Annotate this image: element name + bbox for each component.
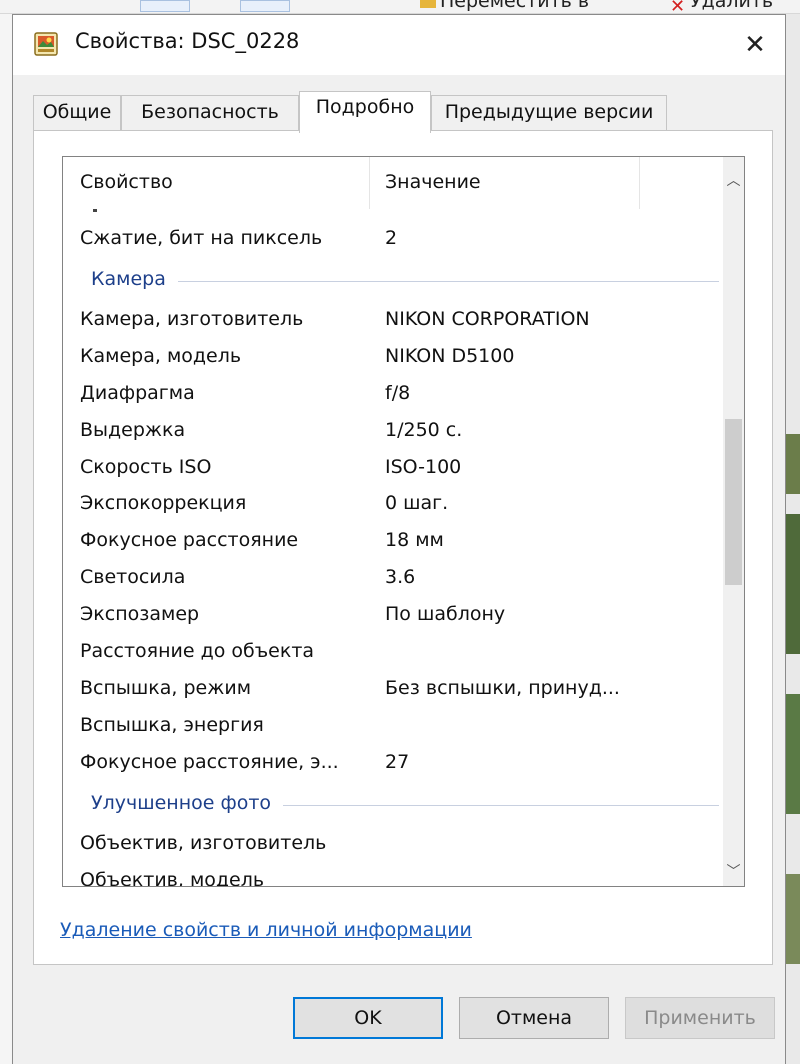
property-value: NIKON CORPORATION — [385, 307, 590, 330]
property-row[interactable]: Вспышка, энергия — [63, 708, 723, 744]
property-value: f/8 — [385, 381, 411, 404]
property-row[interactable]: Выдержка 1/250 с. — [63, 413, 723, 449]
background-thumbnail — [786, 874, 800, 964]
property-row[interactable]: Вспышка, режим Без вспышки, принуд... — [63, 671, 723, 707]
background-thumbnail — [786, 694, 800, 814]
tab-previous-versions[interactable]: Предыдущие версии — [431, 95, 667, 131]
property-row[interactable]: Экспокоррекция 0 шаг. — [63, 486, 723, 522]
group-divider — [178, 280, 719, 282]
property-name: Светосила — [80, 566, 186, 589]
tab-bar: Общие Безопасность Подробно Предыдущие в… — [13, 91, 785, 133]
chevron-up-icon: ︿ — [726, 173, 741, 189]
chevron-down-icon: ﹀ — [726, 864, 741, 880]
image-file-icon — [34, 32, 58, 56]
details-panel: Свойство Значение Сжатие, бит на пиксель… — [33, 130, 773, 965]
title-bar[interactable]: Свойства: DSC_0228 ✕ — [13, 15, 785, 75]
property-group-header: Улучшенное фото — [63, 786, 723, 822]
property-row[interactable]: Фокусное расстояние 18 мм — [63, 523, 723, 559]
background-toolbar: Переместить в ✕ Удалить — [0, 0, 800, 17]
scroll-up-button[interactable]: ︿ — [723, 165, 744, 195]
column-header-property[interactable]: Свойство — [80, 171, 173, 193]
property-row[interactable]: Скорость ISO ISO-100 — [63, 450, 723, 486]
property-value: 1/250 с. — [385, 418, 463, 441]
dialog-title: Свойства: DSC_0228 — [75, 29, 300, 53]
property-name: Объектив, изготовитель — [80, 831, 327, 854]
property-value: 3.6 — [385, 566, 416, 589]
property-name: Камера, изготовитель — [80, 307, 304, 330]
property-value: 18 мм — [385, 529, 444, 552]
group-title: Камера — [91, 267, 166, 290]
property-value: 27 — [385, 750, 410, 773]
property-name: Фокусное расстояние — [80, 529, 299, 552]
list-scrollbar[interactable]: ︿ ﹀ — [723, 157, 744, 886]
ok-button[interactable]: OK — [293, 997, 443, 1039]
property-row[interactable]: Объектив, изготовитель — [63, 826, 723, 862]
background-button-fragment — [140, 0, 190, 12]
property-name: Сжатие, бит на пиксель — [80, 227, 323, 249]
clipped-row-fragment — [93, 209, 97, 212]
properties-list[interactable]: Свойство Значение Сжатие, бит на пиксель… — [62, 156, 745, 887]
background-left-strip — [0, 14, 12, 1064]
property-value: ISO-100 — [385, 455, 462, 478]
property-row[interactable]: Диафрагма f/8 — [63, 376, 723, 412]
property-name: Объектив, модель — [80, 868, 265, 887]
folder-move-icon — [420, 0, 436, 8]
property-row[interactable]: Сжатие, бит на пиксель 2 — [63, 221, 723, 257]
property-row[interactable]: Камера, модель NIKON D5100 — [63, 339, 723, 375]
property-row[interactable]: Камера, изготовитель NIKON CORPORATION — [63, 302, 723, 338]
property-name: Экспокоррекция — [80, 492, 247, 515]
property-name: Экспозамер — [80, 603, 200, 626]
property-value: NIKON D5100 — [385, 344, 515, 367]
tab-security[interactable]: Безопасность — [121, 95, 299, 131]
property-name: Камера, модель — [80, 344, 242, 367]
property-rows: Сжатие, бит на пиксель 2 Камера Камера, изг… — [63, 209, 723, 887]
cancel-button[interactable]: Отмена — [459, 997, 609, 1039]
property-row[interactable]: Объектив, модель — [63, 863, 723, 887]
property-name: Вспышка, режим — [80, 676, 252, 699]
background-thumbnail — [786, 434, 800, 494]
close-button[interactable]: ✕ — [731, 21, 779, 69]
scroll-thumb[interactable] — [725, 419, 742, 585]
background-delete-label: Удалить — [690, 0, 774, 12]
properties-dialog: Свойства: DSC_0228 ✕ Общие Безопасность … — [12, 14, 786, 1064]
background-button-fragment — [240, 0, 290, 12]
property-value: По шаблону — [385, 603, 506, 626]
property-row[interactable]: Экспозамер По шаблону — [63, 597, 723, 633]
property-name: Расстояние до объекта — [80, 640, 315, 662]
property-value: 2 — [385, 227, 398, 249]
apply-button[interactable]: Применить — [625, 997, 775, 1039]
list-header: Свойство Значение — [63, 157, 723, 209]
close-icon: ✕ — [744, 30, 766, 60]
background-move-label: Переместить в — [440, 0, 590, 12]
tab-general[interactable]: Общие — [33, 95, 121, 131]
property-name: Фокусное расстояние, э... — [80, 750, 339, 773]
column-divider[interactable] — [639, 157, 640, 209]
property-name: Выдержка — [80, 418, 186, 441]
property-row[interactable]: Фокусное расстояние, э... 27 — [63, 745, 723, 781]
property-row[interactable]: Расстояние до объекта — [63, 634, 723, 670]
group-divider — [283, 804, 719, 806]
property-value: Без вспышки, принуд... — [385, 676, 620, 699]
tab-details[interactable]: Подробно — [299, 91, 431, 133]
property-group-header: Камера — [63, 262, 723, 298]
background-right-strip — [786, 14, 800, 1064]
column-divider[interactable] — [369, 157, 370, 209]
column-header-value[interactable]: Значение — [385, 171, 481, 193]
property-name: Вспышка, энергия — [80, 713, 264, 736]
property-value: 0 шаг. — [385, 492, 449, 515]
remove-properties-link[interactable]: Удаление свойств и личной информации — [60, 919, 472, 941]
property-name: Скорость ISO — [80, 455, 212, 478]
property-name: Диафрагма — [80, 381, 195, 404]
property-row[interactable]: Светосила 3.6 — [63, 560, 723, 596]
scroll-down-button[interactable]: ﹀ — [723, 856, 744, 886]
background-thumbnail — [786, 514, 800, 654]
group-title: Улучшенное фото — [91, 791, 272, 814]
